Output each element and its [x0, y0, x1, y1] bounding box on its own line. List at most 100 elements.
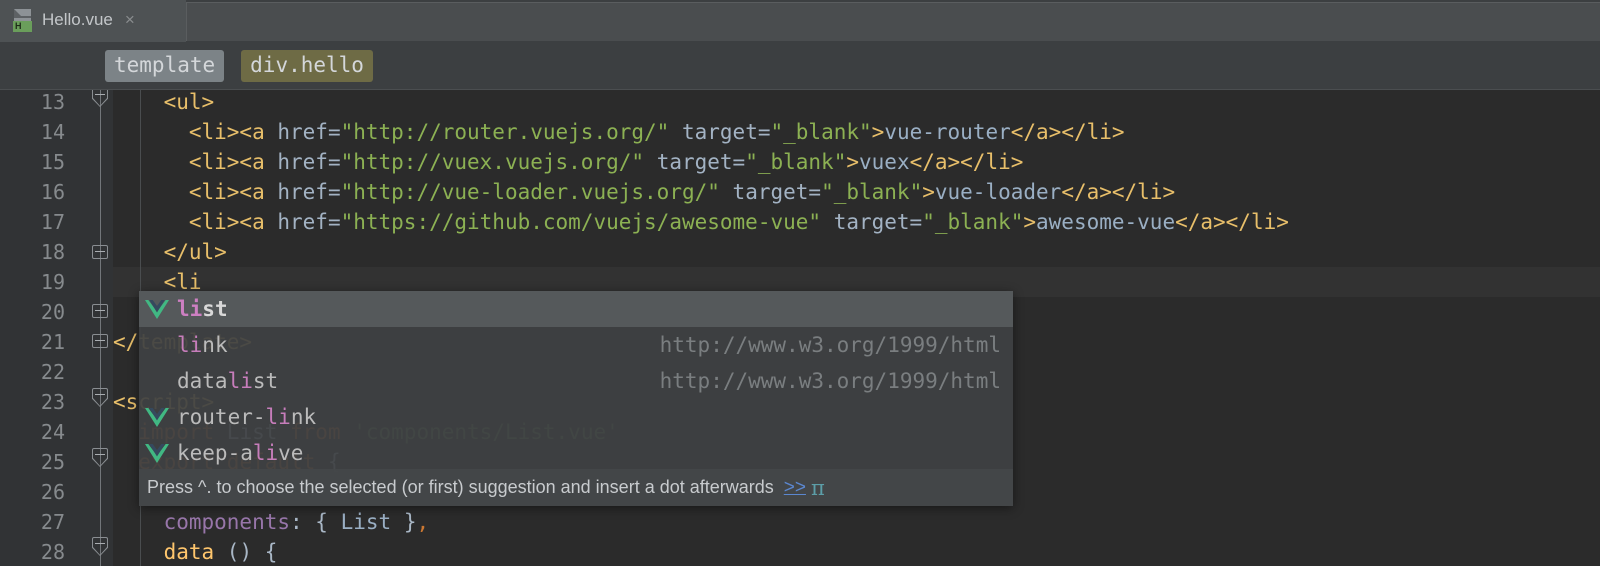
no-icon — [145, 334, 169, 356]
code-token: <li><a — [188, 180, 278, 204]
code-token: </a></li> — [1010, 120, 1125, 144]
completion-item[interactable]: keep-alive — [139, 435, 1013, 471]
completion-hint-link[interactable]: >> — [784, 477, 806, 499]
line-number: 15 — [40, 150, 65, 174]
code-line: <li><a href="https://github.com/vuejs/aw… — [113, 207, 1289, 237]
fold-marker[interactable] — [92, 388, 109, 407]
code-token: <li><a — [188, 150, 278, 174]
code-token: </ul> — [163, 240, 227, 264]
completion-item-label: datalist — [177, 369, 279, 393]
code-token: href= — [277, 210, 341, 234]
code-token: <li><a — [188, 120, 278, 144]
code-token: > — [871, 120, 885, 144]
completion-item[interactable]: link http://www.w3.org/1999/html — [139, 327, 1013, 363]
line-number: 26 — [40, 480, 65, 504]
completion-item[interactable]: list — [139, 291, 1013, 327]
line-number: 28 — [40, 540, 65, 564]
code-token: } — [391, 510, 417, 534]
line-number: 23 — [40, 390, 65, 414]
code-token: "http://vuex.vuejs.org/" — [340, 150, 645, 174]
code-line: </ul> — [113, 237, 227, 267]
code-token: awesome-vue — [1036, 210, 1176, 234]
line-number: 27 — [40, 510, 65, 534]
fold-marker[interactable] — [92, 90, 109, 107]
code-line: <ul> — [113, 90, 215, 117]
code-token: vue-router — [884, 120, 1011, 144]
vue-component-icon — [145, 406, 169, 428]
code-token: "_blank" — [922, 210, 1024, 234]
code-token: "_blank" — [770, 120, 872, 144]
code-token: > — [1023, 210, 1037, 234]
code-token: "_blank" — [821, 180, 923, 204]
code-token: <li><a — [188, 210, 278, 234]
code-token: > — [922, 180, 935, 204]
line-number: 17 — [40, 210, 65, 234]
vue-html-file-icon: H — [12, 8, 34, 32]
vue-component-icon — [145, 442, 169, 464]
completion-item-label: router-link — [177, 405, 317, 429]
line-number: 18 — [40, 240, 65, 264]
code-completion-popup[interactable]: list link http://www.w3.org/1999/html datal… — [139, 291, 1013, 506]
code-token: "http://router.vuejs.org/" — [340, 120, 670, 144]
line-number: 25 — [40, 450, 65, 474]
code-line: <li><a href="http://router.vuejs.org/" t… — [113, 117, 1125, 147]
code-line: <li><a href="http://vue-loader.vuejs.org… — [113, 177, 1175, 207]
tab-hello-vue[interactable]: H Hello.vue × — [0, 0, 186, 42]
fold-marker[interactable] — [92, 334, 109, 349]
completion-item[interactable]: router-link — [139, 399, 1013, 435]
code-line: components: { List }, — [113, 507, 430, 537]
code-token: </a></li> — [1175, 210, 1289, 234]
completion-item-list[interactable]: list link http://www.w3.org/1999/html datal… — [139, 291, 1013, 469]
completion-hint-text: Press ^. to choose the selected (or firs… — [147, 477, 774, 497]
code-line: <li><a href="http://vuex.vuejs.org/" tar… — [113, 147, 1024, 177]
no-icon — [145, 370, 169, 392]
completion-item-namespace: http://www.w3.org/1999/html — [659, 333, 1001, 357]
fold-marker[interactable] — [92, 537, 109, 556]
code-token: components — [163, 510, 291, 534]
completion-item-label: link — [177, 333, 228, 357]
completion-item-label: list — [177, 297, 228, 321]
code-token: target= — [681, 120, 771, 144]
breadcrumb-item-div-hello[interactable]: div.hello — [241, 49, 373, 82]
code-token: "http://vue-loader.vuejs.org/" — [340, 180, 720, 204]
code-token: vuex — [859, 150, 910, 174]
breadcrumb-item-template[interactable]: template — [105, 49, 225, 82]
editor-gutter[interactable]: 13 14 15 16 17 18 19 20 21 22 23 24 25 26 27 28 — [0, 90, 113, 566]
code-token: target= — [656, 150, 746, 174]
pi-icon: π — [810, 475, 825, 500]
code-token: </a></li> — [1061, 180, 1176, 204]
completion-hint-bar: Press ^. to choose the selected (or firs… — [139, 469, 1013, 506]
tab-label: Hello.vue — [42, 10, 113, 29]
breadcrumb: template div.hello — [0, 42, 1600, 89]
line-number: 14 — [40, 120, 65, 144]
code-line: data () { — [113, 537, 278, 566]
code-token: href= — [277, 150, 341, 174]
line-number: 22 — [40, 360, 65, 384]
file-icon-badge: H — [13, 21, 32, 32]
code-folding-column[interactable] — [88, 90, 113, 566]
code-token: <ul> — [163, 90, 215, 114]
fold-marker[interactable] — [92, 448, 109, 467]
code-token: "_blank" — [745, 150, 847, 174]
code-token: </a></li> — [909, 150, 1024, 174]
fold-marker[interactable] — [92, 245, 109, 260]
completion-item-label: keep-alive — [177, 441, 304, 465]
fold-marker[interactable] — [92, 304, 109, 319]
completion-item[interactable]: datalist http://www.w3.org/1999/html — [139, 363, 1013, 399]
editor-tab-bar: H Hello.vue × — [0, 0, 1600, 42]
line-number: 24 — [40, 420, 65, 444]
vue-component-icon — [145, 298, 169, 320]
code-token: href= — [277, 180, 341, 204]
close-icon[interactable]: × — [125, 10, 135, 30]
